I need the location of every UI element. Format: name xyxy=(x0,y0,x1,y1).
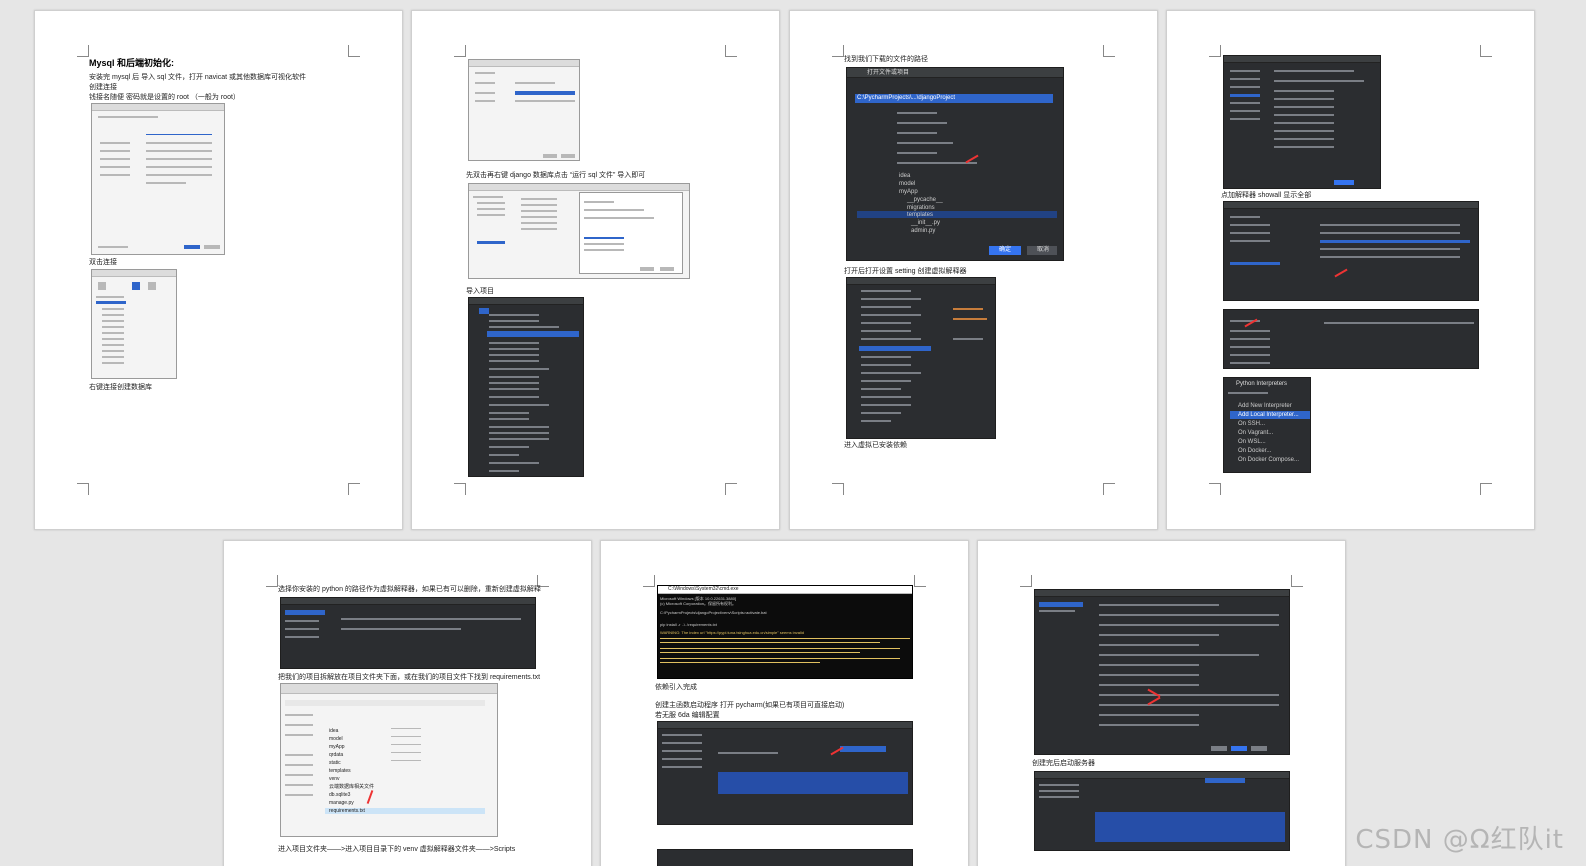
pycharm-settings-menu-screenshot xyxy=(846,277,996,439)
document-page-1: Mysql 和后端初始化: 安装完 mysql 后 导入 sql 文件，打开 n… xyxy=(34,10,403,530)
crop-mark xyxy=(348,45,360,57)
path-value: C:\PycharmProjects\...\djangoProject xyxy=(857,95,956,101)
new-connection-dialog-screenshot xyxy=(91,103,225,255)
crop-mark xyxy=(643,575,655,587)
paragraph: 安装完 mysql 后 导入 sql 文件，打开 navicat 或其他数据库可… xyxy=(89,74,307,81)
popup-item[interactable]: On WSL... xyxy=(1238,438,1266,447)
paragraph: 依赖引入完成 xyxy=(655,684,697,691)
crop-mark xyxy=(1291,575,1303,587)
file-item[interactable]: idea xyxy=(329,728,338,734)
open-project-dialog-screenshot: 打开文件或项目 C:\PycharmProjects\...\djangoPro… xyxy=(846,67,1064,261)
crop-mark xyxy=(1209,45,1221,57)
cancel-button-label: 取消 xyxy=(1037,247,1050,253)
file-item[interactable]: myApp xyxy=(329,744,345,750)
crop-mark xyxy=(1103,483,1115,495)
paragraph: 创建完后启动服务器 xyxy=(1032,760,1095,767)
document-page-7: 创建完后启动服务器 xyxy=(977,540,1346,866)
popup-item[interactable]: On Docker Compose... xyxy=(1238,456,1299,465)
paragraph: 双击连接 xyxy=(89,259,117,266)
crop-mark xyxy=(77,483,89,495)
paragraph: 打开后打开设置 setting 创建虚拟解释器 xyxy=(844,268,967,275)
crop-mark xyxy=(725,483,737,495)
popup-item[interactable]: On SSH... xyxy=(1238,420,1265,429)
file-explorer-screenshot: idea model myApp qrdata static templates… xyxy=(280,683,498,837)
document-page-2: 先双击再右键 django 数据库点击 “运行 sql 文件” 导入即可 导入项… xyxy=(411,10,780,530)
crop-mark xyxy=(454,45,466,57)
paragraph: 导入项目 xyxy=(466,288,494,295)
console-line: (c) Microsoft Corporation。保留所有权利。 xyxy=(660,601,737,606)
django-server-config-screenshot xyxy=(1034,589,1290,755)
file-item[interactable]: static xyxy=(329,760,341,766)
paragraph: 右键连接创建数据库 xyxy=(89,384,152,391)
csdn-watermark: CSDN @Ω红队it xyxy=(1355,825,1564,855)
continued-screenshot xyxy=(657,849,913,866)
console-line: C:\PycharmProjects\djangoProject\venv\Sc… xyxy=(660,610,767,615)
file-item[interactable]: venv xyxy=(329,776,340,782)
crop-mark xyxy=(454,483,466,495)
file-item[interactable]: qrdata xyxy=(329,752,343,758)
crop-mark xyxy=(266,575,278,587)
document-page-5: 选择你安装的 python 的路径作为虚拟解释器，如果已有可以删除，重新创建虚拟… xyxy=(223,540,592,866)
file-item[interactable]: requirements.txt xyxy=(329,808,365,814)
crop-mark xyxy=(832,483,844,495)
popup-item[interactable]: Add New Interpreter xyxy=(1238,402,1292,411)
crop-mark xyxy=(1480,483,1492,495)
paragraph: 创建连接 xyxy=(89,84,117,91)
paragraph: 若无服 6da 编辑配置 xyxy=(655,712,720,719)
ok-button-label: 确定 xyxy=(999,247,1012,253)
paragraph: 先双击再右键 django 数据库点击 “运行 sql 文件” 导入即可 xyxy=(466,172,646,179)
crop-mark xyxy=(1103,45,1115,57)
crop-mark xyxy=(725,45,737,57)
popup-item[interactable]: On Docker... xyxy=(1238,447,1271,456)
run-sql-file-screenshot xyxy=(468,183,690,279)
pycharm-file-menu-screenshot xyxy=(468,297,584,477)
show-all-interpreters-screenshot xyxy=(1223,201,1479,301)
paragraph: 创建主函数启动程序 打开 pycharm(如果已有项目可直接启动) xyxy=(655,702,845,709)
tree-item[interactable]: admin.py xyxy=(911,227,935,236)
paragraph: 选择你安装的 python 的路径作为虚拟解释器，如果已有可以删除，重新创建虚拟… xyxy=(278,586,541,593)
crop-mark xyxy=(1209,483,1221,495)
file-item[interactable]: db.sqlite3 xyxy=(329,792,350,798)
interpreter-settings-screenshot xyxy=(1223,55,1381,189)
crop-mark xyxy=(77,45,89,57)
file-item[interactable]: 云端数据库相关文件 xyxy=(329,784,374,790)
running-server-screenshot xyxy=(1034,771,1290,851)
section-heading: Mysql 和后端初始化: xyxy=(89,58,175,68)
paragraph: 找到我们下载的文件的路径 xyxy=(844,56,928,63)
paragraph: 把我们的项目拆解放在项目文件夹下面，或在我们的项目文件下找到 requireme… xyxy=(278,674,541,681)
document-page-3: 找到我们下载的文件的路径 打开文件或项目 C:\PycharmProjects\… xyxy=(789,10,1158,530)
popup-item[interactable]: On Vagrant... xyxy=(1238,429,1273,438)
console-title: C:\Windows\System32\cmd.exe xyxy=(668,586,739,592)
crop-mark xyxy=(832,45,844,57)
crop-mark xyxy=(348,483,360,495)
document-page-4: 点加解释器 showall 显示全部 Python Interpreters A… xyxy=(1166,10,1535,530)
paragraph: 点加解释器 showall 显示全部 xyxy=(1221,192,1312,199)
popup-title: Python Interpreters xyxy=(1236,381,1288,387)
crop-mark xyxy=(1020,575,1032,587)
python-interpreters-popup: Python Interpreters Add New Interpreter … xyxy=(1223,377,1311,473)
select-base-interpreter-screenshot xyxy=(280,597,536,669)
file-item[interactable]: manage.py xyxy=(329,800,354,806)
file-item[interactable]: templates xyxy=(329,768,351,774)
console-line: WARNING: The index url "https://pypi.tun… xyxy=(660,630,805,635)
popup-item[interactable]: Add Local Interpreter... xyxy=(1238,411,1299,420)
crop-mark xyxy=(1480,45,1492,57)
cmd-console-screenshot: C:\Windows\System32\cmd.exe Microsoft Wi… xyxy=(657,585,913,679)
crop-mark xyxy=(914,575,926,587)
paragraph: 进入虚拟已安装依赖 xyxy=(844,442,907,449)
console-line: pip install -r ..\..\requirements.txt xyxy=(660,622,717,627)
dialog-title: 打开文件或项目 xyxy=(867,70,910,76)
file-item[interactable]: model xyxy=(329,736,343,742)
paragraph: 钱接名随便 密码就是设置的 root （一般为 root） xyxy=(89,94,240,101)
document-page-6: C:\Windows\System32\cmd.exe Microsoft Wi… xyxy=(600,540,969,866)
navicat-tree-screenshot xyxy=(91,269,177,379)
new-database-dialog-screenshot xyxy=(468,59,580,161)
add-interpreter-screenshot xyxy=(1223,309,1479,369)
run-config-editor-screenshot xyxy=(657,721,913,825)
paragraph: 进入项目文件夹——>进入项目目录下的 venv 虚拟解释器文件夹——>Scrip… xyxy=(278,846,516,853)
